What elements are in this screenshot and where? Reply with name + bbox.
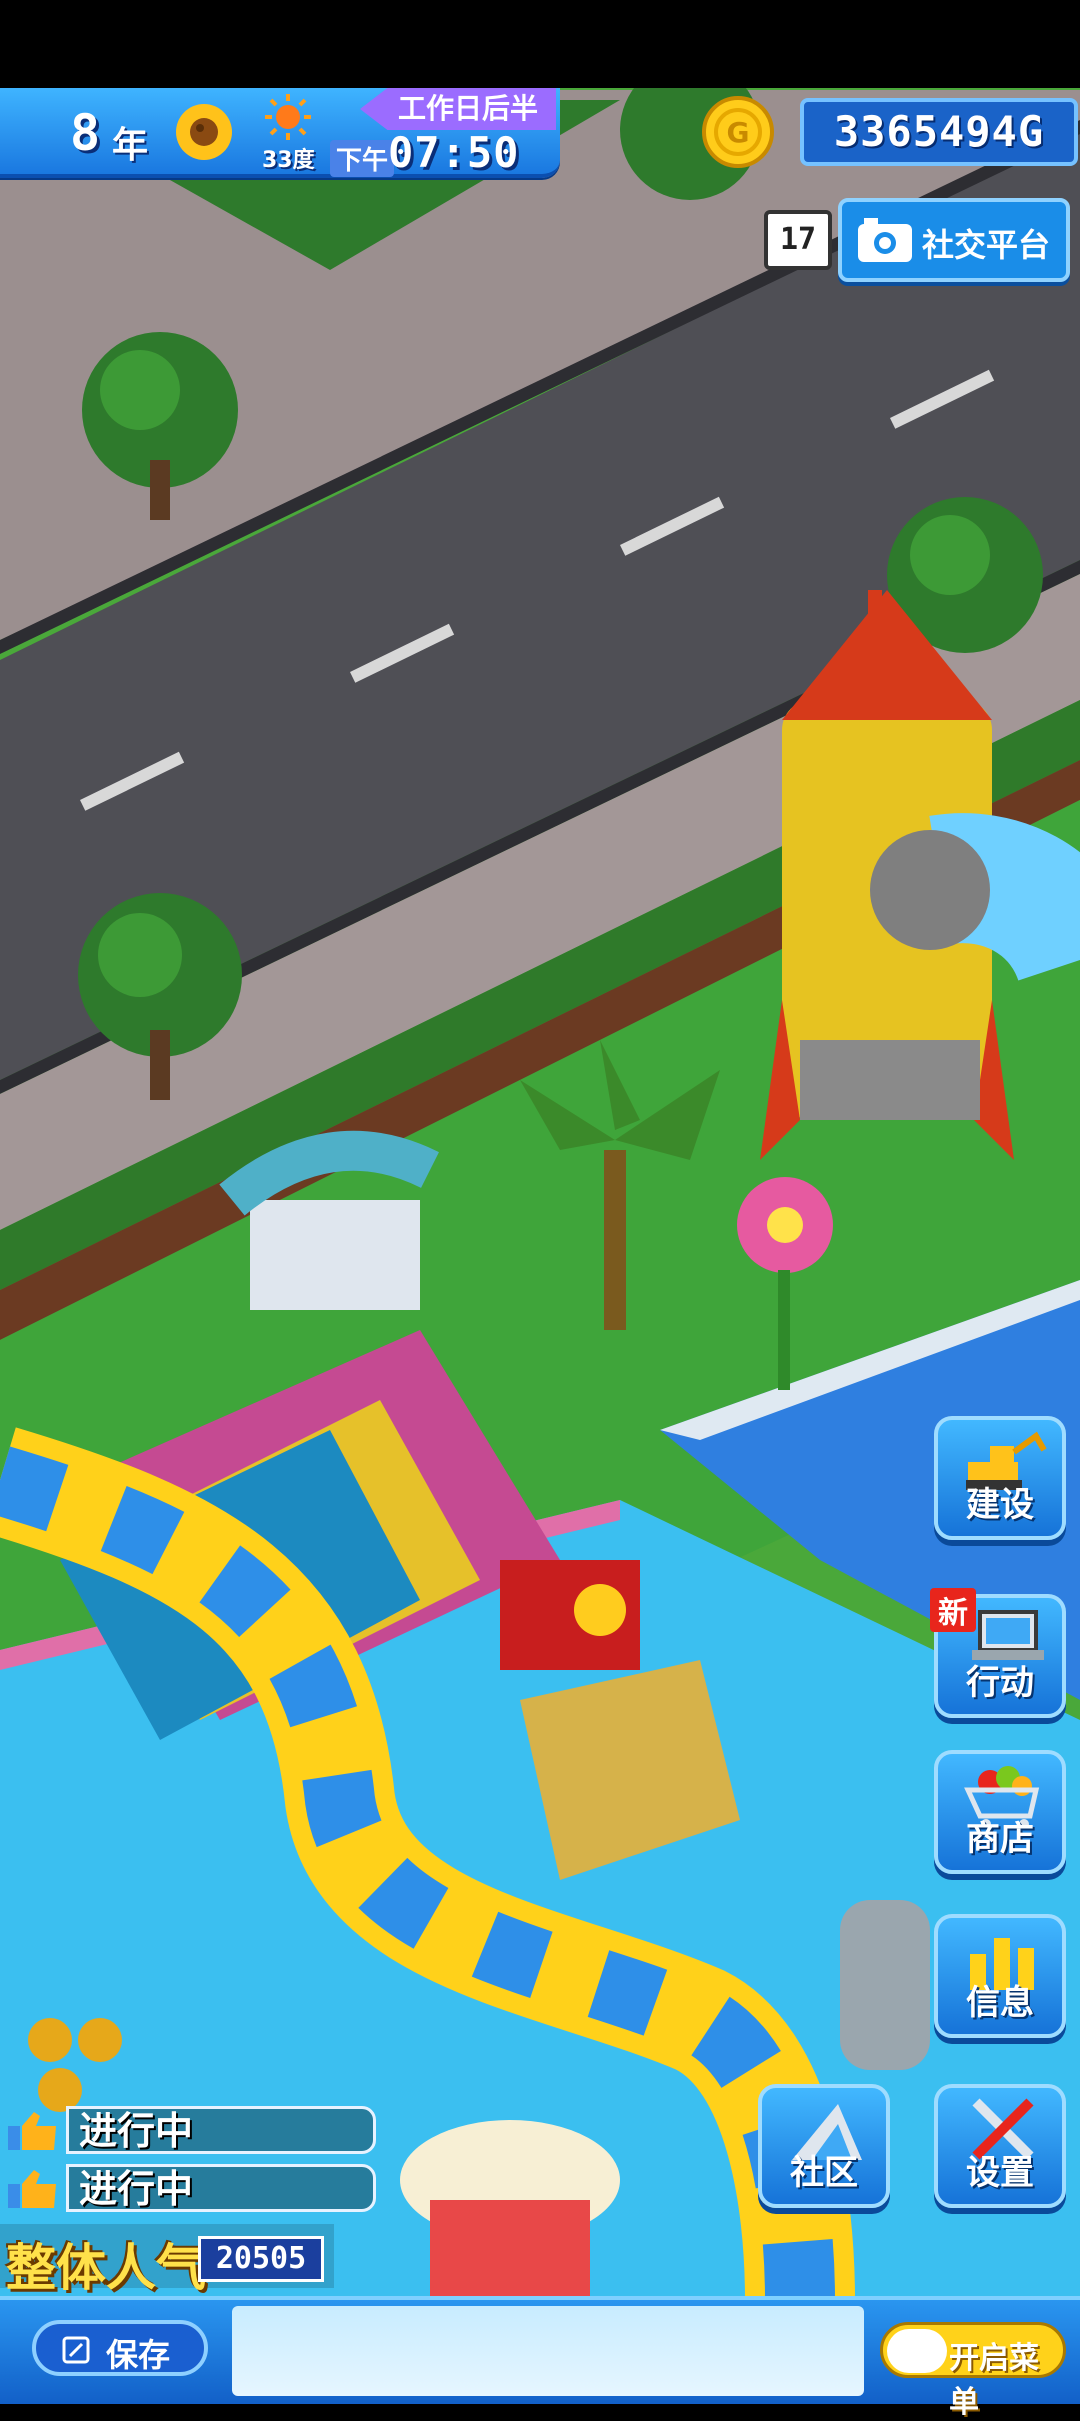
year-unit: 年 [112,125,149,166]
action-label: 行动 [966,1663,1034,1703]
svg-text:G: G [727,116,750,149]
info-label: 信息 [966,1983,1034,2023]
build-label: 建设 [966,1485,1034,1525]
bottom-bar: 保存 开启菜单 [0,2296,1080,2420]
clock: 07:50 [388,128,520,177]
social-platform-label: 社交平台 [922,226,1051,264]
message-box [232,2306,864,2396]
game-scene[interactable] [0,0,1080,2400]
community-label: 社区 [790,2153,858,2193]
info-button[interactable]: 信息 [934,1914,1066,2038]
sunflower-icon [176,104,232,160]
period-badge: 工作日后半 [360,88,556,130]
save-icon [62,2336,90,2364]
year-number: 8 [70,104,101,162]
community-button[interactable]: 社区 [758,2084,890,2208]
social-count-badge: 17 [764,210,832,270]
coin-icon: G [702,96,774,168]
progress-label: 进行中 [66,2106,376,2154]
open-menu-toggle[interactable]: 开启菜单 [880,2322,1066,2420]
popularity-label: 整体人气 [6,2239,206,2297]
shop-button[interactable]: 商店 [934,1750,1066,1874]
settings-button[interactable]: 设置 [934,2084,1066,2208]
save-label: 保存 [106,2336,171,2374]
ampm-label: 下午 [330,140,395,177]
build-button[interactable]: 建设 [934,1416,1066,1540]
thumbs-up-icon [8,2170,56,2208]
progress-row-2[interactable]: 进行中 [0,2162,380,2214]
save-button[interactable]: 保存 [32,2320,208,2376]
shop-label: 商店 [966,1819,1034,1859]
settings-label: 设置 [966,2153,1034,2193]
open-menu-label: 开启菜单 [949,2341,1039,2420]
money-display: 3365494G [800,98,1078,166]
progress-row-1[interactable]: 进行中 [0,2104,380,2156]
temperature: 33度 [262,148,315,173]
action-button[interactable]: 新 行动 [930,1588,1066,1718]
thumbs-up-icon [8,2112,56,2150]
sun-icon [265,94,311,140]
camera-icon [858,218,912,262]
park-map [0,0,1080,2400]
status-bar [0,0,1080,88]
popularity-panel: 整体人气 20505 [0,2224,334,2297]
progress-label: 进行中 [66,2164,376,2212]
social-platform-button[interactable]: 社交平台 [838,198,1070,282]
popularity-value: 20505 [198,2236,324,2282]
toggle-knob [887,2329,947,2373]
